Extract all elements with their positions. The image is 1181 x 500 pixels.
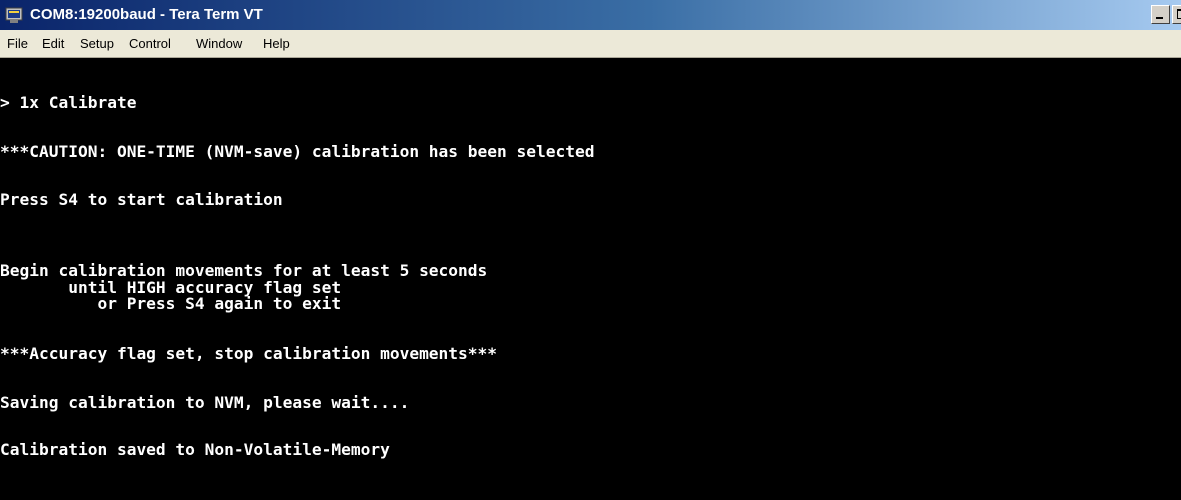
window-title: COM8:19200baud - Tera Term VT [30, 6, 263, 23]
terminal-line: > 1x Calibrate [0, 93, 137, 112]
terminal-line: Press S4 to start calibration [0, 190, 283, 209]
menu-window[interactable]: Window [194, 30, 244, 58]
menu-setup[interactable]: Setup [78, 30, 116, 58]
menu-bar: File Edit Setup Control Window Help [0, 30, 1181, 58]
terminal-screen[interactable]: > 1x Calibrate ***CAUTION: ONE-TIME (NVM… [0, 58, 1181, 500]
menu-help[interactable]: Help [261, 30, 292, 58]
terminal-line: Calibration saved to Non-Volatile-Memory [0, 440, 390, 459]
minimize-button[interactable] [1151, 5, 1170, 24]
menu-file[interactable]: File [5, 30, 30, 58]
terminal-line: Saving calibration to NVM, please wait..… [0, 393, 410, 412]
terminal-line: ***Accuracy flag set, stop calibration m… [0, 344, 498, 363]
window-titlebar[interactable]: COM8:19200baud - Tera Term VT [0, 0, 1181, 30]
restore-button[interactable] [1172, 5, 1181, 24]
menu-control[interactable]: Control [127, 30, 173, 58]
terminal-line: ***CAUTION: ONE-TIME (NVM-save) calibrat… [0, 142, 595, 161]
menu-edit[interactable]: Edit [40, 30, 66, 58]
tera-term-app-icon[interactable] [5, 6, 23, 24]
terminal-line: or Press S4 again to exit [0, 294, 342, 313]
window-controls [1151, 5, 1181, 26]
